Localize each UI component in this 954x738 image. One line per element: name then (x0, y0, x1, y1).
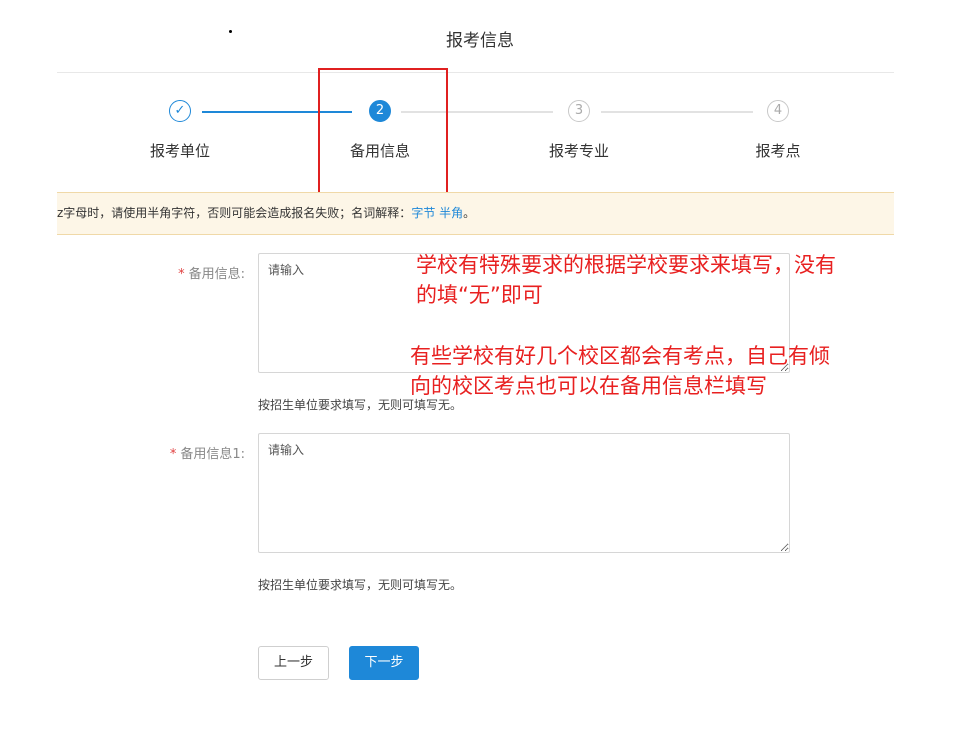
step-baokao-zhuanye[interactable]: 3 报考专业 (519, 100, 639, 161)
step-number: 3 (568, 100, 590, 122)
step-label: 报考单位 (149, 142, 210, 160)
required-mark: * (169, 447, 177, 462)
next-step-button[interactable]: 下一步 (349, 646, 419, 680)
notice-suffix: 。 (463, 206, 476, 220)
step-label: 报考专业 (548, 142, 609, 160)
page-title: 报考信息 (446, 31, 514, 51)
field-hint: 按招生单位要求填写，无则可填写无。 (258, 578, 463, 592)
label-text: 备用信息1: (180, 447, 245, 462)
beiyong-xinxi-1-textarea[interactable] (258, 433, 790, 553)
field-label-beiyong-1: * 备用信息1: (135, 443, 245, 462)
label-text: 备用信息: (188, 267, 245, 282)
step-baokao-danwei[interactable]: ✓ 报考单位 (120, 100, 240, 161)
annotation-line: 向的校区考点也可以在备用信息栏填写 (410, 374, 767, 398)
notice-link-halfwidth[interactable]: 半角 (439, 206, 463, 220)
notice-bar: z字母时，请使用半角字符，否则可能会造成报名失败；名词解释：字节 半角。 (57, 192, 894, 235)
annotation-line: 有些学校有好几个校区都会有考点，自己有倾 (410, 344, 830, 368)
step-number: 4 (767, 100, 789, 122)
annotation-note-2: 有些学校有好几个校区都会有考点，自己有倾 向的校区考点也可以在备用信息栏填写 (410, 341, 830, 401)
annotation-line: 的填“无”即可 (416, 283, 543, 307)
step-baokao-dian[interactable]: 4 报考点 (718, 100, 838, 161)
check-icon: ✓ (169, 100, 191, 122)
prev-step-button[interactable]: 上一步 (258, 646, 329, 680)
required-mark: * (178, 267, 185, 282)
notice-link-byte[interactable]: 字节 (411, 206, 435, 220)
annotation-note-1: 学校有特殊要求的根据学校要求来填写，没有 的填“无”即可 (416, 250, 836, 310)
field-label-beiyong: * 备用信息: (135, 263, 245, 282)
highlight-box (318, 68, 448, 197)
notice-text: z字母时，请使用半角字符，否则可能会造成报名失败；名词解释： (57, 206, 412, 220)
annotation-line: 学校有特殊要求的根据学校要求来填写，没有 (416, 253, 836, 277)
step-label: 报考点 (755, 142, 801, 160)
title-divider (57, 72, 894, 73)
